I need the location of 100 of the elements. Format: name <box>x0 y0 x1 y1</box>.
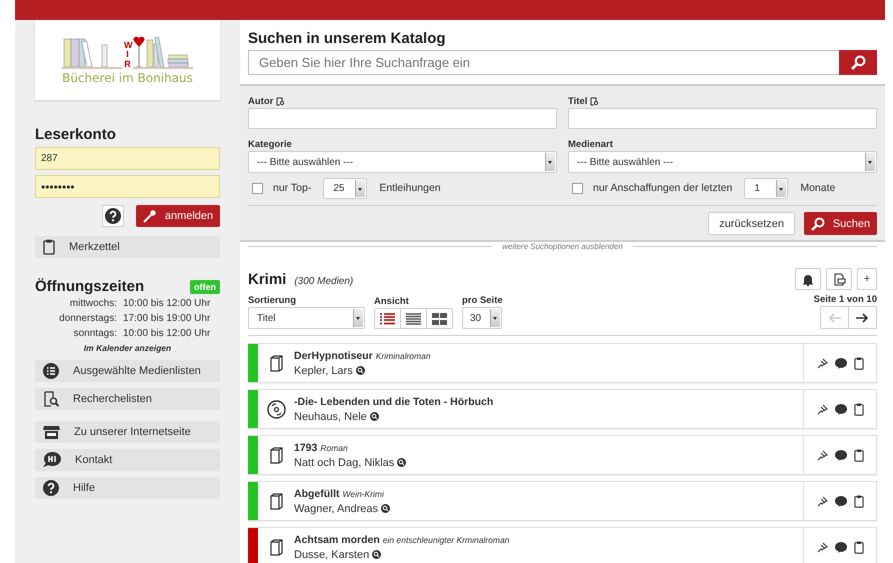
result-row[interactable]: Abgefüllt Wein-Krimi Wagner, Andreas <box>248 481 877 521</box>
author-name: Neuhaus, Nele <box>294 410 367 422</box>
storefront-icon <box>43 424 60 440</box>
view-toggle[interactable] <box>375 309 401 328</box>
speech-bubble-icon[interactable] <box>834 358 846 368</box>
pin-icon[interactable] <box>816 358 828 368</box>
results-title: Krimi <box>248 270 286 288</box>
speech-bubble-icon[interactable] <box>834 450 846 460</box>
document-search-icon <box>276 96 286 106</box>
category-dropdown[interactable]: --- Bitte auswählen --- <box>248 151 557 173</box>
weekday: sonntags: <box>72 328 117 339</box>
title-field[interactable] <box>568 108 877 129</box>
speech-bubble-icon[interactable] <box>834 496 846 506</box>
username-field[interactable]: 287 <box>35 147 220 170</box>
pin-icon[interactable] <box>816 404 828 414</box>
field-label: Monate <box>800 182 836 194</box>
disc-icon <box>266 400 286 418</box>
login-button[interactable]: anmelden <box>136 205 220 227</box>
weekday: mittwochs: <box>68 298 117 309</box>
result-count: (300 Medien) <box>294 276 354 286</box>
opening-time: 10:00 bis 12:00 Uhr <box>123 298 212 309</box>
sidebar-link[interactable]: Hilfe <box>35 477 220 499</box>
toggle-options-link[interactable]: weitere Suchoptionen ausblenden <box>502 242 623 251</box>
grid-view-icon <box>432 312 447 324</box>
sidebar-link[interactable]: Zu unserer Internetseite <box>35 421 220 443</box>
checkbox[interactable] <box>572 182 583 194</box>
author-name: Dusse, Karsten <box>294 548 370 560</box>
logo-letters: WIR <box>124 40 131 69</box>
media-title[interactable]: DerHypnotiseur Kriminalroman <box>294 350 803 362</box>
help-icon <box>105 208 121 224</box>
search-icon <box>810 216 825 230</box>
clipboard-icon[interactable] <box>854 448 864 462</box>
clipboard-icon <box>43 239 55 255</box>
notification-button[interactable] <box>795 268 821 290</box>
calendar-link[interactable]: Im Kalender anzeigen <box>84 343 172 353</box>
document-icon <box>832 272 846 286</box>
field-label: Autor <box>248 96 274 106</box>
pin-icon[interactable] <box>816 496 828 506</box>
arrow-right-icon <box>856 312 869 322</box>
export-button[interactable] <box>826 268 852 290</box>
clipboard-icon[interactable] <box>854 494 864 508</box>
clipboard-icon[interactable] <box>854 402 864 416</box>
clipboard-icon[interactable] <box>854 540 864 554</box>
number-dropdown[interactable]: 25 <box>323 178 368 198</box>
notepad-link[interactable]: Merkzettel <box>35 236 220 258</box>
pin-icon[interactable] <box>816 542 828 552</box>
result-row[interactable]: DerHypnotiseur Kriminalroman Kepler, Lars <box>248 343 877 383</box>
reset-button[interactable]: zurücksetzen <box>708 212 795 235</box>
search-icon[interactable] <box>380 504 390 513</box>
result-row[interactable]: -Die- Lebenden und die Toten - Hörbuch Neuhaus, Nele <box>248 389 877 429</box>
author-name: Natt och Dag, Niklas <box>294 456 394 468</box>
page-info: Seite 1 von 10 <box>814 292 877 306</box>
pin-icon[interactable] <box>816 450 828 460</box>
author-name: Wagner, Andreas <box>294 502 378 514</box>
opening-time: 17:00 bis 19:00 Uhr <box>123 313 212 324</box>
password-field[interactable]: •••••••• <box>35 175 220 198</box>
search-icon[interactable] <box>372 550 382 559</box>
search-field[interactable]: Geben Sie hier Ihre Suchanfrage ein <box>248 50 839 75</box>
search-icon[interactable] <box>356 366 365 375</box>
media-title[interactable]: Achtsam morden ein entschleunigter Krminalroman <box>294 534 803 546</box>
bell-icon <box>802 272 814 286</box>
checkbox[interactable] <box>252 182 263 194</box>
speech-bubble-icon[interactable] <box>834 542 846 552</box>
result-row[interactable]: 1793 Roman Natt och Dag, Niklas <box>248 435 877 475</box>
author-field[interactable] <box>248 108 557 129</box>
field-label: Medienart <box>568 138 614 151</box>
number-dropdown[interactable]: 1 <box>744 178 788 198</box>
search-icon[interactable] <box>397 458 406 467</box>
bookshelf-drawing <box>133 35 193 69</box>
sidebar-link[interactable]: Ausgewählte Medienlisten <box>35 360 220 382</box>
per-page-dropdown[interactable]: 30 <box>462 307 502 329</box>
document-search-icon <box>43 391 59 407</box>
book-icon <box>270 354 282 372</box>
sort-dropdown[interactable]: Titel <box>248 307 365 329</box>
checkbox-label: nur Top- <box>273 182 312 194</box>
weekday: donnerstags: <box>58 313 117 324</box>
opening-time: 10:00 bis 12:00 Uhr <box>123 328 212 339</box>
add-button[interactable]: + <box>857 268 877 290</box>
status-badge: offen <box>190 280 220 294</box>
author-name: Kepler, Lars <box>294 364 353 376</box>
media-title[interactable]: Abgefüllt Wein-Krimi <box>294 488 803 500</box>
key-icon <box>142 210 156 222</box>
search-icon[interactable] <box>370 412 379 421</box>
field-label: Titel <box>568 96 588 106</box>
field-label: pro Seite <box>462 294 503 307</box>
sidebar-link[interactable]: Recherchelisten <box>35 388 220 410</box>
sidebar-link[interactable]: Kontakt <box>35 449 220 471</box>
document-search-icon <box>590 96 600 106</box>
result-row[interactable]: Achtsam morden ein entschleunigter Krminalroman Dusse, Karsten <box>248 527 877 563</box>
search-icon <box>850 55 866 70</box>
speech-bubble-icon[interactable] <box>834 404 846 414</box>
help-button[interactable] <box>102 205 124 227</box>
search-button[interactable]: Suchen <box>804 212 877 235</box>
field-label: Kategorie <box>248 138 293 151</box>
media-title[interactable]: 1793 Roman <box>294 442 803 454</box>
clipboard-icon[interactable] <box>854 356 864 370</box>
search-title: Suchen in unserem Katalog <box>248 30 447 47</box>
media-type-dropdown[interactable]: --- Bitte auswählen --- <box>568 151 877 173</box>
search-button[interactable] <box>839 50 877 75</box>
media-title[interactable]: -Die- Lebenden und die Toten - Hörbuch <box>294 396 803 408</box>
